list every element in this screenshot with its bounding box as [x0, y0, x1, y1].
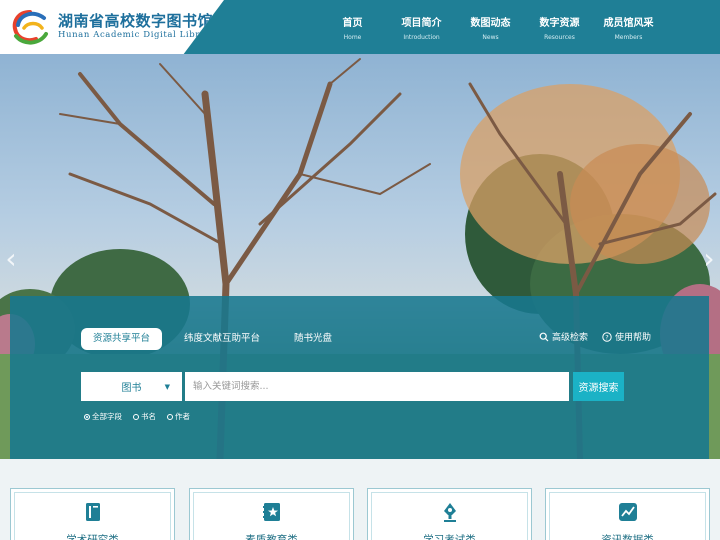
radio-selected-icon	[84, 413, 90, 420]
main-nav: 首页 Home 项目简介 Introduction 数图动态 News 数字资源…	[318, 0, 663, 54]
category-label: 素质教育类	[245, 534, 298, 540]
nav-label-cn: 数图动态	[470, 17, 511, 29]
tab-book-cd[interactable]: 随书光盘	[282, 328, 344, 350]
radio-icon	[133, 413, 139, 420]
search-tabs: 资源共享平台 纬度文献互助平台 随书光盘	[81, 328, 354, 350]
resource-type-value: 图书	[121, 383, 142, 394]
category-label: 学术研究类	[66, 534, 119, 540]
card-inner: 素质教育类	[193, 492, 350, 540]
site-header: 湖南省高校数字图书馆 Hunan Academic Digital Librar…	[0, 0, 720, 54]
logo[interactable]: 湖南省高校数字图书馆 Hunan Academic Digital Librar…	[0, 0, 224, 54]
card-inner: 学习考试类	[371, 492, 528, 540]
category-label: 资讯数据类	[601, 534, 654, 540]
svg-text:?: ?	[605, 333, 608, 341]
category-cards: 学术研究类 素质教育类 学习考试类 资讯数据类	[10, 488, 720, 540]
field-option-label: 全部字段	[92, 412, 122, 421]
field-option-title[interactable]: 书名	[133, 411, 156, 422]
tab-resource-sharing[interactable]: 资源共享平台	[81, 328, 163, 350]
radio-icon	[167, 413, 173, 420]
logo-title-en: Hunan Academic Digital Library	[58, 30, 216, 40]
help-link[interactable]: ? 使用帮助	[602, 330, 651, 343]
caret-down-icon: ▼	[164, 383, 170, 391]
logo-title-cn: 湖南省高校数字图书馆	[58, 12, 214, 30]
search-tools: 高级检索 ? 使用帮助	[525, 330, 651, 343]
carousel-next-icon[interactable]: ›	[700, 244, 718, 274]
question-icon: ?	[602, 331, 612, 342]
advanced-search-label: 高级检索	[551, 333, 588, 343]
nav-members[interactable]: 成员馆风采 Members	[594, 0, 663, 54]
nav-label-cn: 成员馆风采	[603, 17, 654, 29]
pen-icon	[443, 503, 456, 522]
chart-icon	[618, 503, 637, 521]
nav-label-en: Introduction	[403, 33, 440, 41]
nav-introduction[interactable]: 项目简介 Introduction	[387, 0, 456, 54]
search-field-options: 全部字段 书名 作者	[84, 411, 201, 422]
card-inner: 资讯数据类	[549, 492, 706, 540]
field-option-all[interactable]: 全部字段	[84, 411, 122, 422]
help-label: 使用帮助	[614, 333, 651, 343]
nav-resources[interactable]: 数字资源 Resources	[525, 0, 594, 54]
nav-label-en: Members	[614, 33, 643, 41]
nav-label-en: News	[482, 33, 499, 41]
nav-label-cn: 项目简介	[401, 17, 442, 29]
search-panel: 资源共享平台 纬度文献互助平台 随书光盘 高级检索 ? 使用帮助 图书 ▼ 资源…	[10, 296, 709, 459]
search-icon	[539, 332, 549, 341]
category-card-quality[interactable]: 素质教育类	[189, 488, 354, 540]
field-option-label: 书名	[141, 412, 156, 421]
card-inner: 学术研究类	[14, 492, 171, 540]
search-bar: 图书 ▼ 资源搜索	[81, 372, 624, 401]
advanced-search-link[interactable]: 高级检索	[539, 330, 588, 343]
field-option-author[interactable]: 作者	[167, 411, 190, 422]
book-icon	[85, 503, 100, 521]
category-card-data[interactable]: 资讯数据类	[545, 488, 710, 540]
search-button[interactable]: 资源搜索	[573, 372, 624, 401]
nav-news[interactable]: 数图动态 News	[456, 0, 525, 54]
field-option-label: 作者	[175, 412, 190, 421]
nav-label-en: Resources	[544, 33, 575, 41]
category-card-exam[interactable]: 学习考试类	[367, 488, 532, 540]
carousel-prev-icon[interactable]: ‹	[2, 244, 20, 274]
category-label: 学习考试类	[423, 534, 476, 540]
search-input[interactable]	[185, 372, 569, 401]
tab-document-delivery[interactable]: 纬度文献互助平台	[172, 328, 272, 350]
nav-label-cn: 首页	[342, 17, 363, 29]
logo-swirl-icon	[12, 10, 48, 45]
star-book-icon	[262, 503, 280, 521]
resource-type-select[interactable]: 图书 ▼	[81, 372, 182, 401]
category-card-academic[interactable]: 学术研究类	[10, 488, 175, 540]
nav-label-en: Home	[343, 33, 362, 41]
nav-label-cn: 数字资源	[539, 17, 580, 29]
nav-home[interactable]: 首页 Home	[318, 0, 387, 54]
